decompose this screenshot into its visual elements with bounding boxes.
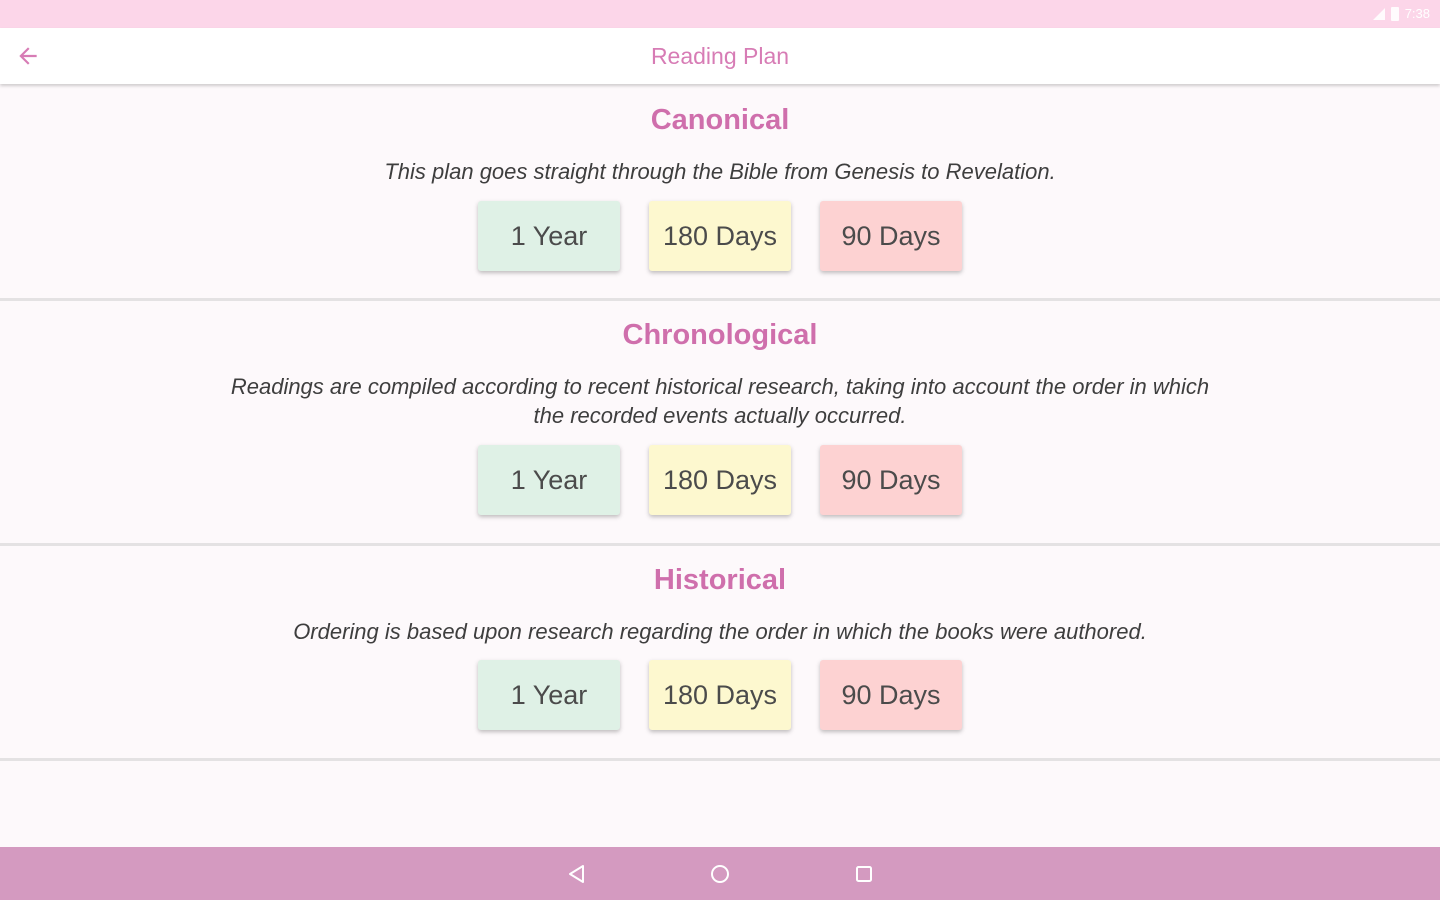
nav-recents-icon xyxy=(856,866,872,882)
canonical-180-days-button[interactable]: 180 Days xyxy=(649,201,791,271)
nav-home-icon xyxy=(711,865,729,883)
canonical-1-year-button[interactable]: 1 Year xyxy=(478,201,620,271)
section-description: Ordering is based upon research regardin… xyxy=(293,619,1147,644)
chronological-180-days-button[interactable]: 180 Days xyxy=(649,445,791,515)
duration-button-row: 1 Year 180 Days 90 Days xyxy=(0,660,1440,730)
section-description: This plan goes straight through the Bibl… xyxy=(384,159,1056,184)
signal-icon xyxy=(1372,7,1385,20)
duration-button-row: 1 Year 180 Days 90 Days xyxy=(0,201,1440,271)
plan-section-canonical: Canonical This plan goes straight throug… xyxy=(0,84,1440,301)
nav-back-icon xyxy=(569,865,584,883)
section-title: Chronological xyxy=(622,319,818,351)
nav-recents-button[interactable] xyxy=(850,860,878,888)
canonical-90-days-button[interactable]: 90 Days xyxy=(820,201,962,271)
historical-180-days-button[interactable]: 180 Days xyxy=(649,660,791,730)
duration-button-row: 1 Year 180 Days 90 Days xyxy=(0,445,1440,515)
system-nav-bar xyxy=(0,847,1440,900)
historical-1-year-button[interactable]: 1 Year xyxy=(478,660,620,730)
historical-90-days-button[interactable]: 90 Days xyxy=(820,660,962,730)
app-bar: Reading Plan xyxy=(0,28,1440,84)
section-description: Readings are compiled according to recen… xyxy=(230,374,1210,428)
nav-back-button[interactable] xyxy=(563,860,591,888)
section-title: Historical xyxy=(653,564,787,596)
chronological-90-days-button[interactable]: 90 Days xyxy=(820,445,962,515)
status-bar: 7:38 xyxy=(0,0,1440,28)
status-icons: 7:38 xyxy=(1372,6,1430,21)
plan-section-chronological: Chronological Readings are compiled acco… xyxy=(0,301,1440,546)
battery-icon xyxy=(1390,6,1399,21)
page-title: Reading Plan xyxy=(650,43,790,69)
section-title: Canonical xyxy=(650,104,790,136)
nav-home-button[interactable] xyxy=(706,860,734,888)
status-time: 7:38 xyxy=(1404,6,1430,21)
chronological-1-year-button[interactable]: 1 Year xyxy=(478,445,620,515)
plan-section-historical: Historical Ordering is based upon resear… xyxy=(0,546,1440,761)
